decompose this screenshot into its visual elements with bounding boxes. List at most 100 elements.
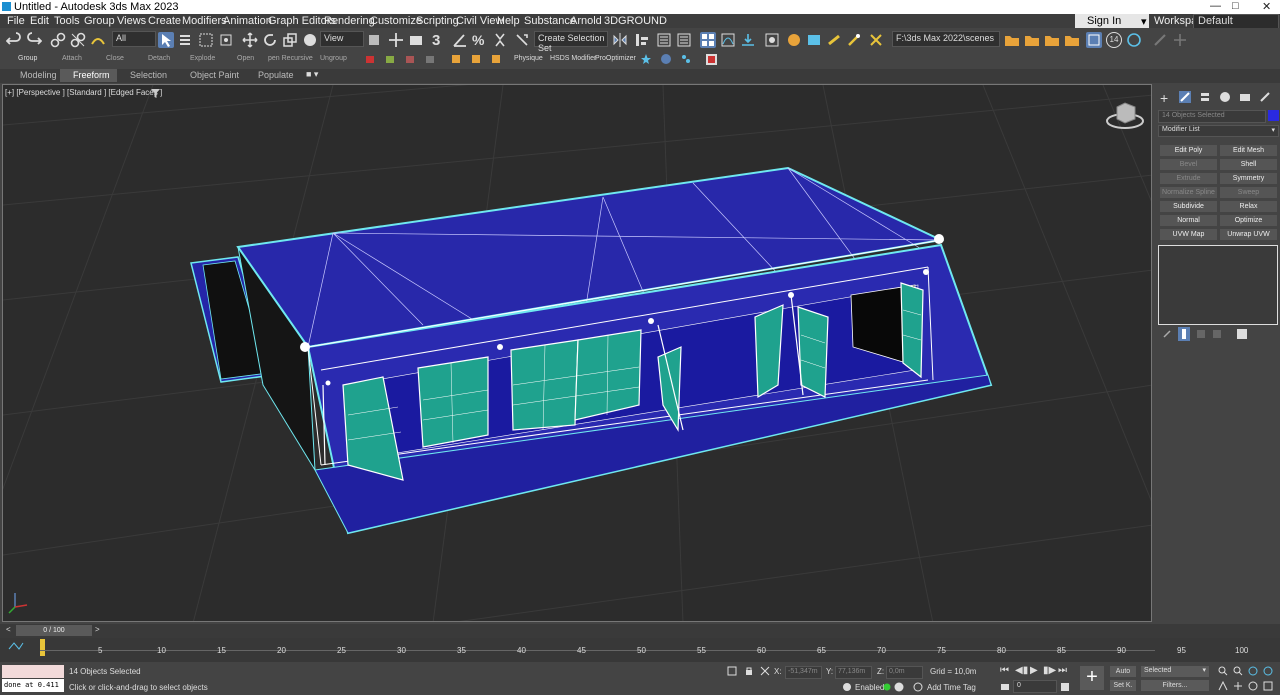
bevel-button[interactable]: Bevel (1160, 159, 1217, 170)
menu-3dground[interactable]: 3DGROUND (604, 15, 667, 27)
configure-modifier-sets-icon[interactable] (1236, 328, 1248, 340)
lock-icon[interactable] (744, 666, 754, 676)
go-to-start-icon[interactable]: ⏮ (1000, 665, 1009, 676)
crosshair-icon[interactable] (1172, 32, 1188, 48)
menu-edit[interactable]: Edit (30, 15, 49, 27)
particles-icon[interactable] (680, 53, 692, 65)
star-icon[interactable] (640, 53, 652, 65)
project-folder-dropdown[interactable]: F:\3ds Max 2022\scenes (892, 31, 1000, 47)
selection-filter-dropdown[interactable]: All (112, 31, 156, 47)
subdivide-button[interactable]: Subdivide (1160, 201, 1217, 212)
mirror-icon[interactable] (612, 32, 628, 48)
select-by-name-icon[interactable] (178, 32, 194, 48)
arnold-render-icon[interactable] (868, 32, 884, 48)
schematic-view-icon[interactable] (740, 32, 756, 48)
adaptive-degradation-icon[interactable] (842, 682, 852, 692)
show-end-result-icon[interactable] (1178, 327, 1190, 341)
close-icon[interactable]: ✕ (1262, 0, 1271, 13)
time-slider[interactable]: 0 / 100 (16, 625, 92, 636)
rotate-icon[interactable] (262, 32, 278, 48)
angle-snap-icon[interactable] (452, 32, 468, 48)
x-coordinate-field[interactable]: -51,347m (785, 666, 822, 679)
key-filter-dropdown[interactable]: Selected ▾ (1141, 666, 1209, 677)
place-icon[interactable] (302, 32, 318, 48)
scene-explorer-icon[interactable] (656, 32, 672, 48)
select-object-icon[interactable] (158, 32, 174, 48)
mini-curve-editor-icon[interactable] (8, 641, 24, 651)
zoom-extents-icon[interactable] (1248, 666, 1258, 676)
open-folder-icon[interactable] (1004, 32, 1020, 48)
select-manipulate-icon[interactable] (388, 32, 404, 48)
prev-frame-icon[interactable]: < (6, 625, 11, 634)
curve-editor-icon[interactable] (720, 32, 736, 48)
open-button[interactable]: Open (237, 55, 254, 62)
group-button[interactable]: Group (18, 55, 37, 62)
percent-snap-icon[interactable]: % (472, 32, 488, 48)
menu-tools[interactable]: Tools (54, 15, 80, 27)
edit-poly-button[interactable]: Edit Poly (1160, 145, 1217, 156)
modifier-stack[interactable] (1158, 245, 1278, 325)
render-production-icon[interactable] (826, 32, 842, 48)
ribbon-options-icon[interactable]: ■ ▾ (306, 69, 318, 82)
rendered-frame-window-icon[interactable] (806, 32, 822, 48)
menu-scripting[interactable]: Scripting (416, 15, 459, 27)
scale-icon[interactable] (282, 32, 298, 48)
go-to-end-icon[interactable]: ⏭ (1058, 665, 1067, 676)
sweep-button[interactable]: Sweep (1220, 187, 1277, 198)
tab-object-paint[interactable]: Object Paint (176, 69, 244, 82)
maximize-viewport-icon[interactable] (1263, 681, 1273, 691)
remove-modifier-icon[interactable] (1212, 329, 1222, 339)
menu-substance[interactable]: Substance (524, 15, 576, 27)
z-coordinate-field[interactable]: 0,0m (886, 666, 923, 679)
close-button[interactable]: Close (106, 55, 124, 62)
menu-file[interactable]: File (7, 15, 25, 27)
maximize-icon[interactable]: □ (1232, 0, 1239, 12)
named-selection-dropdown[interactable]: Create Selection Set (534, 31, 608, 53)
time-configuration-icon[interactable] (1060, 682, 1070, 692)
pin-stack-icon[interactable] (1162, 329, 1172, 339)
pan-icon[interactable] (1233, 681, 1243, 691)
field-of-view-icon[interactable] (1218, 681, 1228, 691)
set-key-button[interactable]: Set K. (1110, 680, 1136, 691)
snaps-toggle-icon[interactable]: 3 (432, 32, 448, 49)
menu-create[interactable]: Create (148, 15, 181, 27)
current-frame-field[interactable]: 0 (1013, 680, 1057, 693)
menu-customize[interactable]: Customize (370, 15, 422, 27)
sphere-icon[interactable] (660, 53, 672, 65)
next-frame-icon[interactable]: > (95, 625, 100, 634)
attach-button[interactable]: Attach (62, 55, 82, 62)
tool-icon[interactable] (424, 53, 436, 65)
spinner-snap-icon[interactable] (492, 32, 508, 48)
sign-in-button[interactable]: Sign In ▾ (1075, 14, 1149, 28)
shell-button[interactable]: Shell (1220, 159, 1277, 170)
menu-animation[interactable]: Animation (223, 15, 272, 27)
folder-import-icon[interactable] (1064, 32, 1080, 48)
window-crossing-icon[interactable] (218, 32, 234, 48)
reference-coordinate-dropdown[interactable]: View (320, 31, 364, 47)
object-color-swatch[interactable] (1268, 110, 1279, 121)
time-tag-icon[interactable] (913, 682, 923, 692)
viewport-layout-icon[interactable] (1086, 32, 1102, 48)
keyboard-shortcut-override-icon[interactable] (408, 32, 424, 48)
render-activeshade-icon[interactable] (846, 32, 862, 48)
folder-save-icon[interactable] (1044, 32, 1060, 48)
menu-arnold[interactable]: Arnold (570, 15, 602, 27)
box-icon[interactable] (490, 53, 502, 65)
edit-named-selection-icon[interactable] (514, 32, 530, 48)
folder-icon[interactable] (1024, 32, 1040, 48)
optimize-button[interactable]: Optimize (1220, 215, 1277, 226)
box-icon[interactable] (470, 53, 482, 65)
script-icon[interactable] (705, 53, 718, 66)
create-tab-icon[interactable]: + (1160, 90, 1168, 106)
make-unique-icon[interactable] (1196, 329, 1206, 339)
pin-icon[interactable] (1152, 32, 1168, 48)
menu-rendering[interactable]: Rendering (324, 15, 375, 27)
menu-help[interactable]: Help (497, 15, 520, 27)
menu-group[interactable]: Group (84, 15, 115, 27)
ribbon-toggle-icon[interactable] (700, 32, 716, 48)
modifier-list-dropdown[interactable]: Modifier List ▾ (1158, 125, 1279, 137)
maxscript-listener-input[interactable] (2, 665, 64, 678)
tab-modeling[interactable]: Modeling (8, 69, 58, 82)
tool-icon[interactable] (384, 53, 396, 65)
tab-populate[interactable]: Populate (246, 69, 302, 82)
